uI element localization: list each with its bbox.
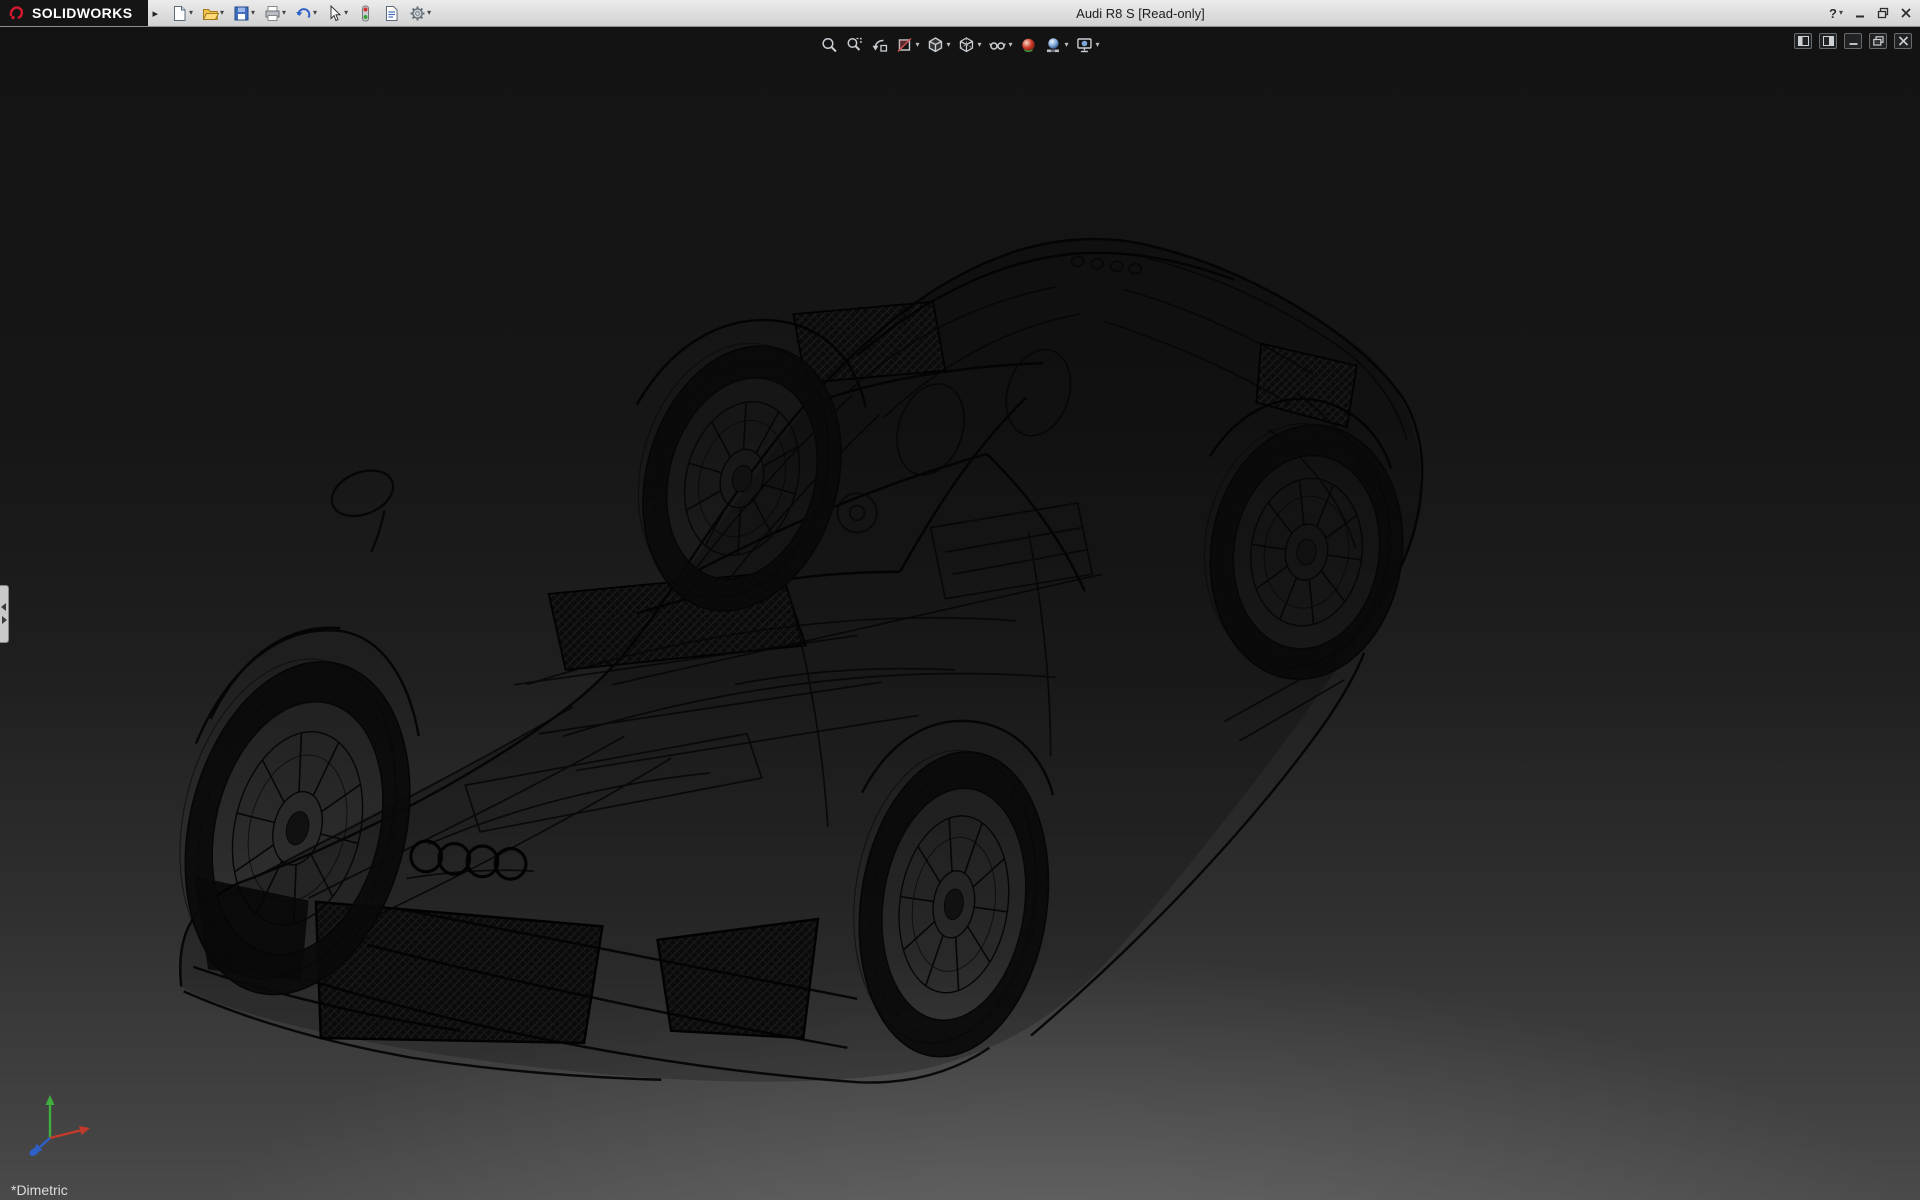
splitter-arrow-left-icon: [1, 603, 7, 611]
panel-splitter-handle[interactable]: [0, 585, 9, 643]
restore-document-icon: [1873, 36, 1884, 46]
print-icon: [264, 5, 281, 22]
dropdown-caret[interactable]: ▾: [344, 9, 348, 17]
wireframe-car: [145, 239, 1422, 1082]
graphics-area[interactable]: ▾ ▾ ▾: [0, 27, 1920, 1200]
view-settings-icon: [1076, 36, 1094, 54]
minimize-icon: [1854, 7, 1866, 19]
undo-button[interactable]: ▾: [292, 3, 320, 24]
previous-view-icon: [870, 36, 888, 54]
hide-show-items-glasses-icon: [989, 36, 1007, 54]
main-toolbar: ▾ ▾ ▾: [162, 3, 434, 24]
restore-document-button[interactable]: [1869, 33, 1887, 49]
dropdown-caret[interactable]: ▾: [977, 41, 981, 49]
dropdown-caret[interactable]: ▾: [220, 9, 224, 17]
previous-view-button[interactable]: [868, 34, 890, 56]
restore-icon: [1877, 7, 1889, 19]
save-button[interactable]: ▾: [230, 3, 258, 24]
document-window-controls: [1794, 33, 1912, 49]
restore-button[interactable]: [1877, 7, 1889, 19]
rebuild-traffic-light-icon: [357, 5, 374, 22]
wireframe-car-model: [0, 27, 1920, 1200]
select-cursor-icon: [326, 5, 343, 22]
open-icon: [202, 5, 219, 22]
file-properties-icon: [383, 5, 400, 22]
edit-appearance-sphere-icon: [1020, 36, 1038, 54]
open-button[interactable]: ▾: [199, 3, 227, 24]
toolbar-overflow-arrow[interactable]: ▸: [148, 7, 162, 20]
dropdown-caret[interactable]: ▾: [313, 9, 317, 17]
solidworks-logo-text: SOLIDWORKS: [32, 5, 132, 21]
apply-scene-button[interactable]: ▾: [1043, 34, 1071, 56]
view-orientation-cube-icon: [926, 36, 944, 54]
dropdown-caret[interactable]: ▾: [1096, 41, 1100, 49]
orientation-triad: [24, 1086, 106, 1168]
splitter-arrow-right-icon: [1, 616, 7, 624]
new-document-button[interactable]: ▾: [168, 3, 196, 24]
zoom-to-area-button[interactable]: [843, 34, 865, 56]
section-view-button[interactable]: ▾: [893, 34, 921, 56]
heads-up-view-toolbar: ▾ ▾ ▾: [818, 34, 1101, 56]
pane-toggle-left-icon: [1798, 36, 1809, 46]
view-settings-button[interactable]: ▾: [1074, 34, 1102, 56]
zoom-to-fit-button[interactable]: [818, 34, 840, 56]
minimize-document-button[interactable]: [1844, 33, 1862, 49]
print-button[interactable]: ▾: [261, 3, 289, 24]
solidworks-logo: SOLIDWORKS: [0, 0, 148, 26]
solidworks-window: SOLIDWORKS ▸ ▾ ▾: [0, 0, 1920, 1200]
display-style-icon: [957, 36, 975, 54]
dropdown-caret[interactable]: ▾: [915, 41, 919, 49]
dropdown-caret[interactable]: ▾: [1009, 41, 1013, 49]
minimize-button[interactable]: [1854, 7, 1866, 19]
dropdown-caret[interactable]: ▾: [946, 41, 950, 49]
title-bar: SOLIDWORKS ▸ ▾ ▾: [0, 0, 1920, 27]
close-document-icon: [1898, 36, 1909, 46]
new-document-icon: [171, 5, 188, 22]
undo-icon: [295, 5, 312, 22]
minimize-document-icon: [1848, 36, 1859, 46]
dropdown-caret[interactable]: ▾: [189, 9, 193, 17]
dropdown-caret[interactable]: ▾: [251, 9, 255, 17]
view-orientation-label: *Dimetric: [11, 1182, 68, 1198]
section-view-icon: [895, 36, 913, 54]
close-document-button[interactable]: [1894, 33, 1912, 49]
display-style-button[interactable]: ▾: [955, 34, 983, 56]
dropdown-caret[interactable]: ▾: [427, 9, 431, 17]
apply-scene-icon: [1045, 36, 1063, 54]
close-button[interactable]: [1900, 7, 1912, 19]
close-icon: [1900, 7, 1912, 19]
window-controls: ? ▾: [1829, 0, 1912, 26]
help-icon: ?: [1829, 6, 1837, 21]
edit-appearance-button[interactable]: [1018, 34, 1040, 56]
zoom-to-area-icon: [845, 36, 863, 54]
dropdown-caret[interactable]: ▾: [1065, 41, 1069, 49]
select-button[interactable]: ▾: [323, 3, 351, 24]
options-gear-icon: [409, 5, 426, 22]
dropdown-caret[interactable]: ▾: [282, 9, 286, 17]
dassault-3ds-logo-icon: [8, 4, 26, 22]
pane-toggle-right-icon: [1823, 36, 1834, 46]
pane-toggle-right-button[interactable]: [1819, 33, 1837, 49]
zoom-to-fit-icon: [820, 36, 838, 54]
save-icon: [233, 5, 250, 22]
view-orientation-button[interactable]: ▾: [924, 34, 952, 56]
options-button[interactable]: ▾: [406, 3, 434, 24]
pane-toggle-left-button[interactable]: [1794, 33, 1812, 49]
dropdown-caret[interactable]: ▾: [1839, 9, 1843, 17]
window-title: Audi R8 S [Read-only]: [1076, 6, 1205, 21]
file-properties-button[interactable]: [380, 3, 403, 24]
rebuild-button[interactable]: [354, 3, 377, 24]
help-button[interactable]: ? ▾: [1829, 6, 1843, 21]
hide-show-items-button[interactable]: ▾: [987, 34, 1015, 56]
